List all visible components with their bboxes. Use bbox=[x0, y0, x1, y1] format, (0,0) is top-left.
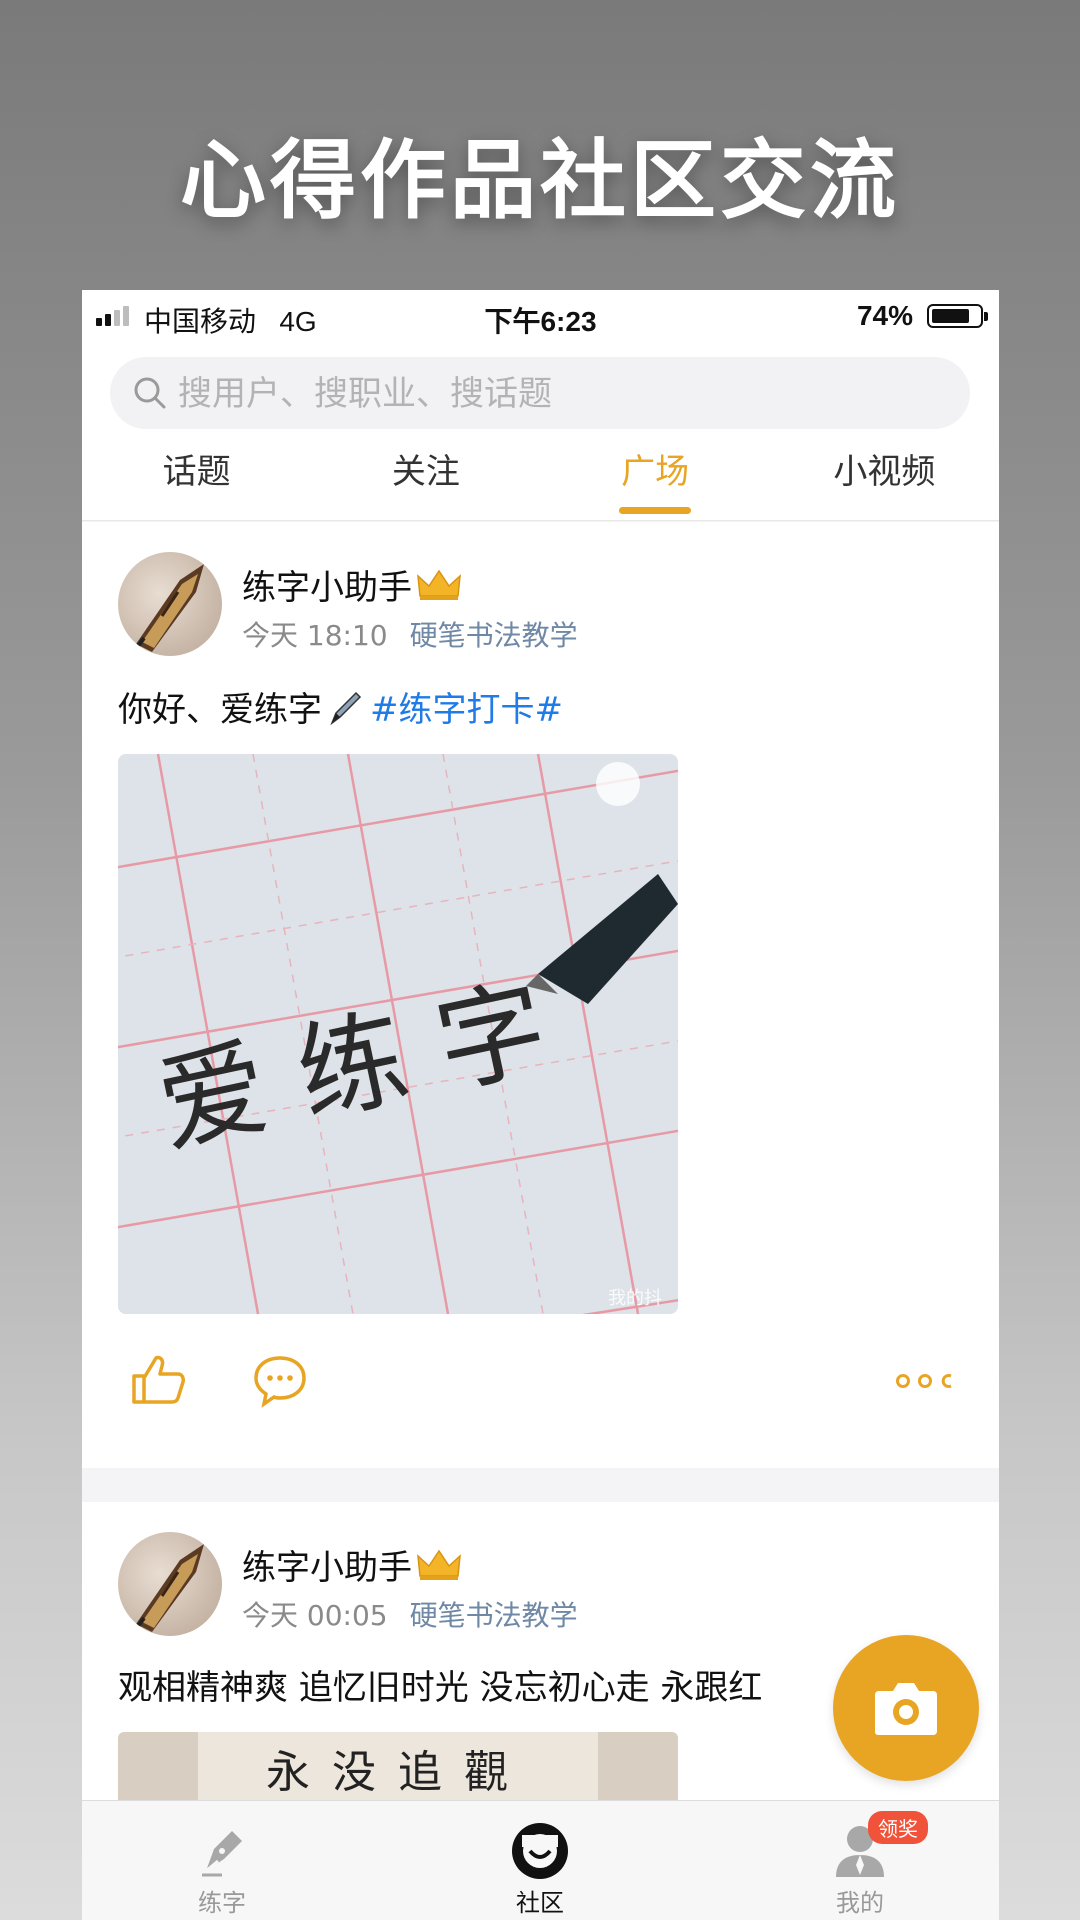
tab-short-video[interactable]: 小视频 bbox=[770, 442, 999, 520]
battery-percent: 74% bbox=[856, 300, 913, 331]
pen-emoji-icon bbox=[330, 691, 362, 726]
status-bar: 中国移动 4G 下午6:23 74% bbox=[82, 290, 999, 342]
search-bar[interactable] bbox=[110, 357, 970, 431]
post-category[interactable]: 硬笔书法教学 bbox=[410, 619, 578, 652]
calligraphy-grid-photo: 爱 练 字 我的抖 bbox=[118, 754, 678, 1314]
community-header: 话题 关注 广场 小视频 bbox=[82, 342, 999, 521]
post-text: 你好、爱练字 #练字打卡# bbox=[118, 682, 563, 731]
tab-topics[interactable]: 话题 bbox=[82, 442, 311, 520]
feed-post: 练字小助手 今天 18:10 硬笔书法教学 你好、爱练字 #练字打卡# 爱 练 … bbox=[82, 522, 999, 1468]
post-meta: 今天 18:10 硬笔书法教学 bbox=[242, 614, 578, 654]
reward-badge[interactable]: 领奖 bbox=[868, 1811, 928, 1844]
camera-icon bbox=[875, 1683, 937, 1735]
like-icon[interactable] bbox=[130, 1352, 186, 1408]
tabbar-item-mine[interactable]: 领奖 我的 bbox=[770, 1801, 950, 1920]
tab-following[interactable]: 关注 bbox=[311, 442, 540, 520]
post-author[interactable]: 练字小助手 bbox=[242, 1540, 462, 1589]
more-options-icon[interactable] bbox=[895, 1366, 955, 1396]
post-image[interactable]: 爱 练 字 我的抖 bbox=[118, 754, 678, 1314]
avatar[interactable] bbox=[118, 552, 222, 656]
tabbar-item-practice[interactable]: 练字 bbox=[132, 1801, 312, 1920]
camera-button[interactable] bbox=[833, 1635, 979, 1781]
community-icon bbox=[512, 1823, 568, 1879]
calligraphy-image-text: 永没追觀 bbox=[266, 1747, 530, 1798]
tabbar-item-community[interactable]: 社区 bbox=[450, 1801, 630, 1920]
crown-icon bbox=[417, 569, 461, 600]
phone-screen: 中国移动 4G 下午6:23 74% 话题 关注 广场 小视频 bbox=[82, 290, 999, 1920]
post-category[interactable]: 硬笔书法教学 bbox=[410, 1599, 578, 1632]
post-meta: 今天 00:05 硬笔书法教学 bbox=[242, 1594, 578, 1634]
comment-icon[interactable] bbox=[252, 1352, 308, 1408]
pen-avatar-image bbox=[136, 564, 204, 652]
bottom-tab-bar: 练字 社区 领奖 我的 bbox=[82, 1800, 999, 1920]
post-author[interactable]: 练字小助手 bbox=[242, 560, 462, 609]
search-input[interactable] bbox=[176, 357, 940, 431]
post-time: 今天 00:05 bbox=[242, 1599, 388, 1632]
post-actions bbox=[82, 1338, 999, 1434]
pen-nib-icon bbox=[202, 1831, 242, 1877]
post-time: 今天 18:10 bbox=[242, 619, 388, 652]
search-icon bbox=[134, 377, 166, 409]
feed-tabs: 话题 关注 广场 小视频 bbox=[82, 442, 999, 520]
pen-avatar-image bbox=[136, 1544, 204, 1632]
promo-headline: 心得作品社区交流 bbox=[180, 131, 900, 231]
hashtag-link[interactable]: #练字打卡# bbox=[370, 690, 563, 730]
battery-icon bbox=[927, 304, 988, 328]
avatar[interactable] bbox=[118, 1532, 222, 1636]
post-text: 观相精神爽 追忆旧时光 没忘初心走 永跟红 bbox=[118, 1668, 763, 1708]
tab-square[interactable]: 广场 bbox=[541, 442, 770, 520]
svg-text:我的抖: 我的抖 bbox=[608, 1288, 662, 1309]
crown-icon bbox=[417, 1549, 461, 1580]
